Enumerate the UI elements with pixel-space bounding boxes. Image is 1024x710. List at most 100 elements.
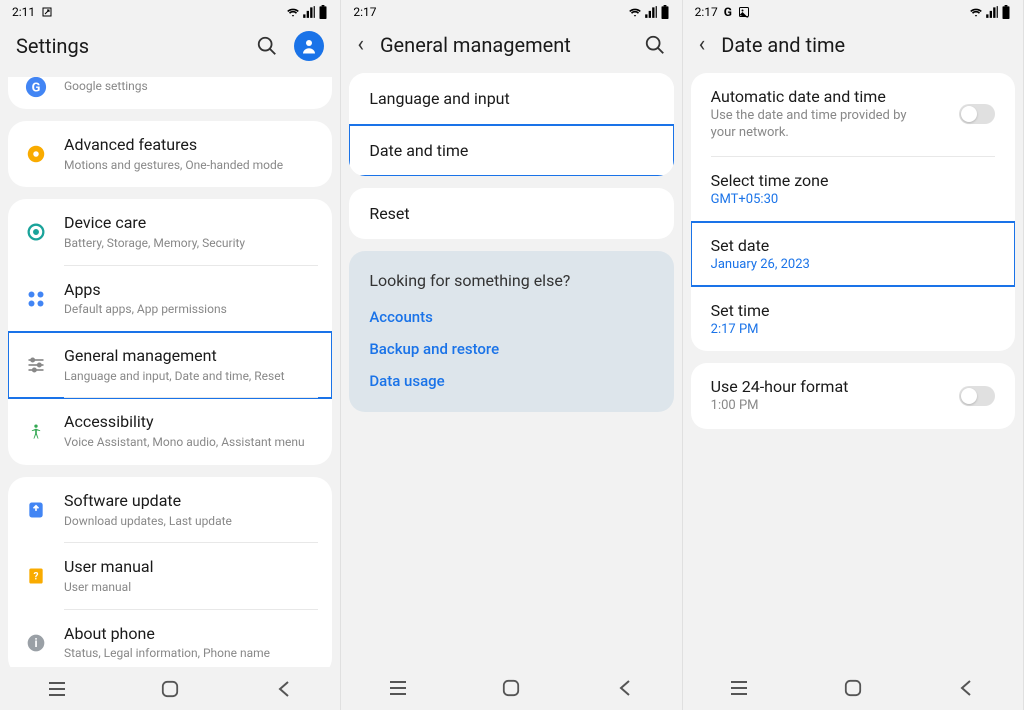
dt-list: Automatic date and time Use the date and…	[683, 73, 1023, 666]
row-set-date[interactable]: Set date January 26, 2023	[691, 222, 1015, 286]
clock: 2:11	[12, 5, 35, 19]
wifi-icon	[628, 5, 642, 19]
row-timezone[interactable]: Select time zone GMT+05:30	[691, 157, 1015, 221]
google-icon: G	[24, 77, 48, 99]
gm-card-1: Language and input Date and time	[349, 73, 673, 176]
row-date-time[interactable]: Date and time	[349, 125, 673, 176]
row-title: Device care	[64, 213, 318, 234]
page-title: Settings	[16, 34, 240, 58]
row-sub: Default apps, App permissions	[64, 302, 318, 318]
card-google: G Google settings	[8, 77, 332, 109]
row-value: GMT+05:30	[711, 192, 995, 207]
row-advanced-features[interactable]: Advanced features Motions and gestures, …	[8, 121, 332, 187]
accessibility-icon	[24, 420, 48, 444]
card-advanced: Advanced features Motions and gestures, …	[8, 121, 332, 187]
apps-icon	[24, 287, 48, 311]
row-title: Software update	[64, 491, 318, 512]
device-care-icon	[24, 220, 48, 244]
status-bar: 2:11	[0, 0, 340, 23]
row-accessibility[interactable]: Accessibility Voice Assistant, Mono audi…	[8, 398, 332, 464]
row-24hour[interactable]: Use 24-hour format 1:00 PM	[691, 363, 1015, 429]
svg-text:?: ?	[34, 572, 39, 583]
row-sub: Battery, Storage, Memory, Security	[64, 236, 318, 252]
search-icon[interactable]	[644, 34, 666, 56]
row-title: User manual	[64, 557, 318, 578]
profile-button[interactable]	[294, 31, 324, 61]
row-apps[interactable]: Apps Default apps, App permissions	[8, 266, 332, 332]
row-google[interactable]: G Google settings	[8, 79, 332, 109]
row-device-care[interactable]: Device care Battery, Storage, Memory, Se…	[8, 199, 332, 265]
recents-button[interactable]	[378, 678, 418, 698]
dt-header: ‹ Date and time	[683, 24, 1023, 73]
recents-button[interactable]	[719, 678, 759, 698]
row-sub: Status, Legal information, Phone name	[64, 646, 318, 662]
navigation-bar	[683, 666, 1023, 710]
row-title: General management	[64, 346, 318, 367]
toggle-24hour[interactable]	[959, 386, 995, 406]
home-button[interactable]	[150, 679, 190, 699]
row-title: Apps	[64, 280, 318, 301]
gear-icon	[24, 142, 48, 166]
link-data-usage[interactable]: Data usage	[369, 372, 653, 390]
row-value: January 26, 2023	[711, 257, 995, 272]
row-sub: Download updates, Last update	[64, 514, 318, 530]
svg-text:G: G	[32, 81, 41, 96]
person-icon	[300, 37, 318, 55]
looking-card: Looking for something else? Accounts Bac…	[349, 251, 673, 412]
row-sub: Use the date and time provided by your n…	[711, 108, 931, 142]
battery-icon	[660, 5, 670, 19]
back-button[interactable]	[264, 679, 304, 699]
row-sub: Google settings	[64, 79, 318, 95]
search-icon[interactable]	[256, 35, 278, 57]
row-sub: User manual	[64, 580, 318, 596]
status-bar: 2:17	[341, 0, 681, 24]
card-device: Device care Battery, Storage, Memory, Se…	[8, 199, 332, 465]
wifi-icon	[969, 5, 983, 19]
clock: 2:17	[353, 5, 376, 19]
sliders-icon	[24, 353, 48, 377]
row-reset[interactable]: Reset	[349, 188, 673, 239]
navigation-bar	[341, 666, 681, 710]
row-software-update[interactable]: Software update Download updates, Last u…	[8, 477, 332, 543]
home-button[interactable]	[833, 678, 873, 698]
card-about: Software update Download updates, Last u…	[8, 477, 332, 668]
signal-icon	[985, 5, 999, 19]
row-language-input[interactable]: Language and input	[349, 73, 673, 125]
row-title: Automatic date and time	[711, 87, 995, 106]
row-title: About phone	[64, 624, 318, 645]
row-sub: Language and input, Date and time, Reset	[64, 369, 318, 385]
phone-general-management: 2:17 ‹ General management Language and i…	[341, 0, 682, 710]
row-title: Advanced features	[64, 135, 318, 156]
home-button[interactable]	[491, 678, 531, 698]
status-extra: G	[724, 5, 732, 19]
signal-icon	[302, 5, 316, 19]
row-value: 2:17 PM	[711, 322, 995, 337]
wifi-icon	[286, 5, 300, 19]
dt-card-1: Automatic date and time Use the date and…	[691, 73, 1015, 351]
back-button[interactable]	[946, 678, 986, 698]
row-set-time[interactable]: Set time 2:17 PM	[691, 287, 1015, 351]
gm-card-2: Reset	[349, 188, 673, 239]
settings-header: Settings	[0, 23, 340, 77]
row-auto-datetime[interactable]: Automatic date and time Use the date and…	[691, 73, 1015, 156]
row-general-management[interactable]: General management Language and input, D…	[8, 332, 332, 398]
toggle-auto[interactable]	[959, 104, 995, 124]
row-title: Set date	[711, 236, 995, 255]
back-button[interactable]	[605, 678, 645, 698]
page-title: General management	[380, 33, 628, 57]
back-icon[interactable]: ‹	[699, 32, 706, 57]
row-user-manual[interactable]: ? User manual User manual	[8, 543, 332, 609]
gm-header: ‹ General management	[341, 24, 681, 73]
row-sub: 1:00 PM	[711, 398, 931, 415]
row-about-phone[interactable]: i About phone Status, Legal information,…	[8, 610, 332, 668]
link-backup-restore[interactable]: Backup and restore	[369, 340, 653, 358]
back-icon[interactable]: ‹	[357, 32, 364, 57]
row-title: Accessibility	[64, 412, 318, 433]
info-icon: i	[24, 631, 48, 655]
link-accounts[interactable]: Accounts	[369, 308, 653, 326]
recents-button[interactable]	[37, 679, 77, 699]
settings-list: G Google settings Advanced features Moti…	[0, 77, 340, 667]
looking-heading: Looking for something else?	[369, 271, 653, 290]
status-bar: 2:17 G	[683, 0, 1023, 24]
image-icon	[738, 6, 750, 18]
